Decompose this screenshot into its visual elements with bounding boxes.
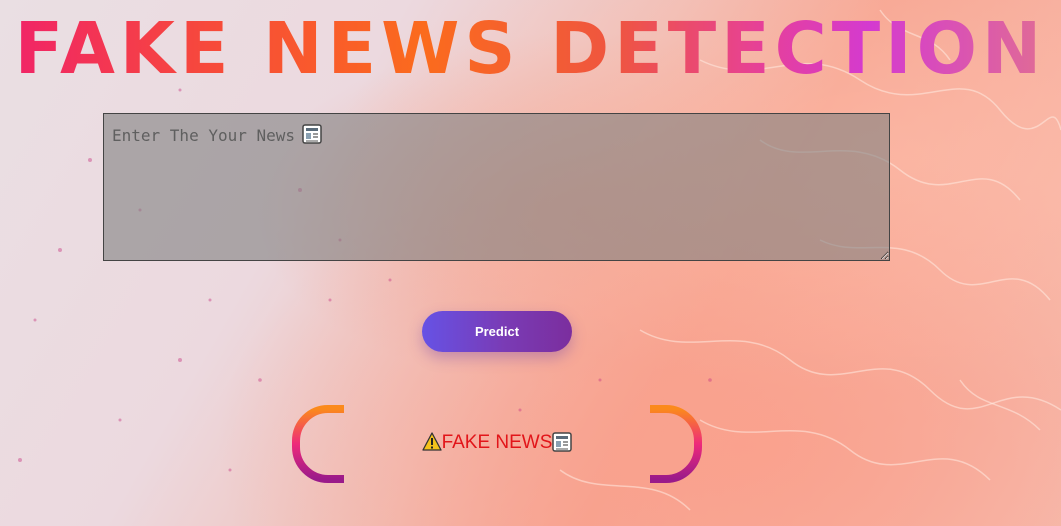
left-bracket-decoration: [292, 405, 344, 483]
right-bracket-decoration: [650, 405, 702, 483]
newspaper-icon: [552, 432, 573, 452]
prediction-result-text: FAKE NEWS: [441, 432, 553, 453]
warning-icon: [421, 432, 442, 451]
page-title: FAKE NEWS DETECTION: [0, 8, 1061, 90]
predict-button[interactable]: Predict: [422, 311, 572, 352]
news-input[interactable]: [103, 113, 890, 261]
prediction-result: FAKE NEWS: [344, 432, 650, 458]
